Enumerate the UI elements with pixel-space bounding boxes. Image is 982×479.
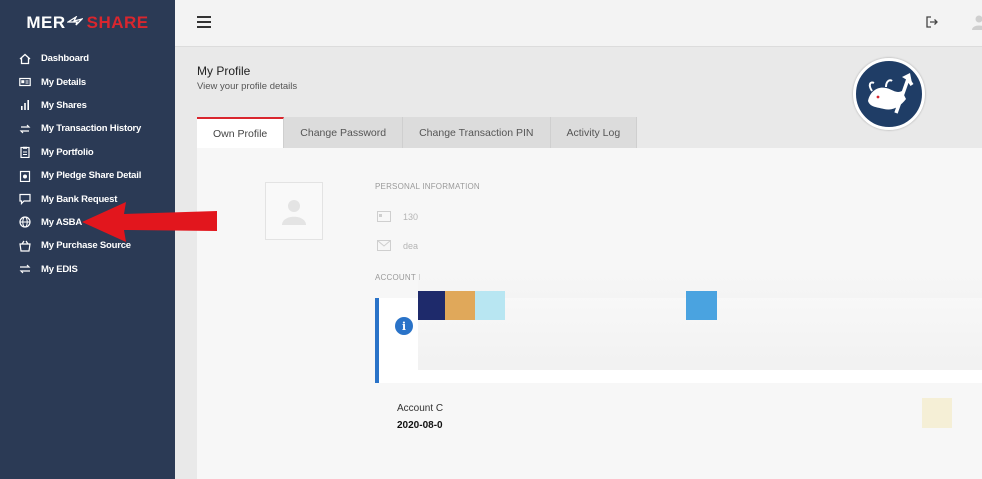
meroshare-logo[interactable]: MER SHARE [0, 0, 175, 46]
clipboard-icon [18, 146, 32, 159]
home-icon [18, 53, 32, 65]
id-row: 130 [377, 211, 418, 222]
tab-own-profile[interactable]: Own Profile [197, 117, 285, 148]
user-account-icon[interactable] [971, 14, 982, 30]
user-placeholder-icon [282, 200, 306, 225]
sidebar-item-my-shares[interactable]: My Shares [0, 94, 175, 117]
bird-logo-icon [65, 15, 84, 31]
basket-icon [18, 240, 32, 252]
tab-change-transaction-pin[interactable]: Change Transaction PIN [403, 117, 551, 148]
id-value: 130 [403, 211, 419, 222]
page-subtitle: View your profile details [197, 81, 298, 92]
pledge-icon [18, 170, 32, 182]
avatar [265, 182, 323, 240]
bar-chart-icon [18, 99, 32, 111]
sidebar-item-my-pledge-share-detail[interactable]: My Pledge Share Detail [0, 164, 175, 187]
globe-icon [18, 216, 32, 229]
account-value: 2020-08-0 [397, 420, 443, 431]
id-card-icon [18, 76, 32, 88]
chat-icon [18, 193, 32, 205]
sidebar-item-my-details[interactable]: My Details [0, 70, 175, 93]
logout-icon[interactable] [925, 15, 939, 29]
color-swatch [418, 291, 445, 320]
swap-icon [18, 263, 32, 275]
profile-tabs: Own Profile Change Password Change Trans… [197, 117, 638, 148]
id-card-icon [377, 211, 391, 222]
email-row: dea [377, 240, 418, 251]
color-swatch [686, 291, 717, 320]
top-bar [175, 0, 982, 47]
blurred-element [922, 398, 952, 428]
sidebar-item-my-transaction-history[interactable]: My Transaction History [0, 117, 175, 140]
mail-icon [377, 240, 391, 251]
page-title: My Profile [197, 64, 251, 78]
red-arrow-annotation [82, 202, 217, 242]
tab-activity-log[interactable]: Activity Log [550, 117, 638, 148]
transfer-icon [18, 123, 32, 135]
sidebar-item-my-edis[interactable]: My EDIS [0, 258, 175, 281]
sidebar-nav: Dashboard My Details My Shares My Transa… [0, 47, 175, 281]
personal-info-heading: PERSONAL INFORMATION [375, 182, 480, 191]
sidebar-item-my-portfolio[interactable]: My Portfolio [0, 141, 175, 164]
email-value: dea [403, 240, 419, 251]
blurred-region [418, 270, 982, 370]
account-label: Account C [397, 403, 444, 414]
menu-toggle-icon[interactable] [197, 16, 211, 28]
color-swatch [445, 291, 475, 320]
info-icon: i [395, 317, 413, 335]
tab-change-password[interactable]: Change Password [284, 117, 404, 148]
account-info-heading: ACCOUNT I [375, 273, 421, 282]
main-content: My Profile View your profile details Own… [175, 48, 982, 479]
sidebar-item-dashboard[interactable]: Dashboard [0, 47, 175, 70]
bull-logo-badge [853, 58, 925, 130]
color-swatch [475, 291, 505, 320]
